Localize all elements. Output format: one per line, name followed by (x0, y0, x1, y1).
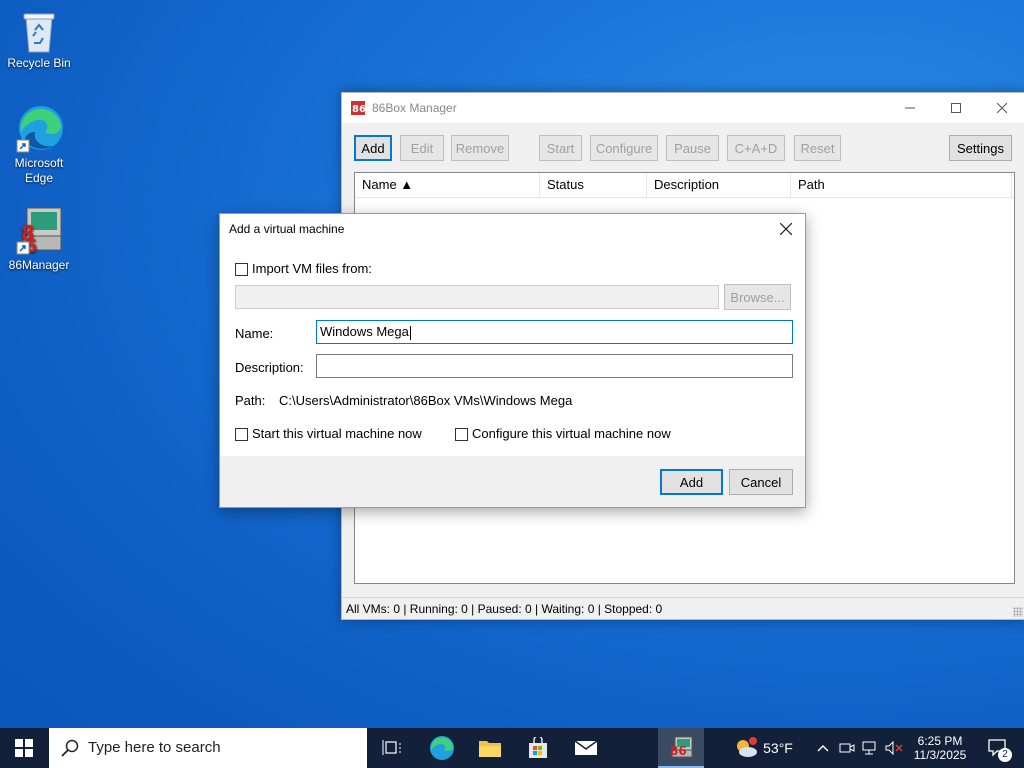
reset-vm-button[interactable]: Reset (794, 135, 841, 161)
close-icon (780, 223, 792, 235)
column-name[interactable]: Name ▲ (355, 173, 540, 197)
start-now-checkbox[interactable] (235, 428, 248, 442)
path-label: Path: (235, 393, 266, 408)
store-icon (529, 737, 547, 758)
taskbar-mail[interactable] (563, 728, 609, 768)
tray-overflow-button[interactable] (812, 728, 834, 768)
dialog-close-button[interactable] (771, 217, 801, 241)
tray-volume[interactable] (882, 728, 906, 768)
chevron-up-icon (817, 745, 829, 752)
manager-titlebar[interactable]: 86 86Box Manager (342, 93, 1024, 123)
taskbar: Type here to search 86 53°F 6:25 PM 11/3… (0, 728, 1024, 768)
86box-app-icon: 86 (351, 101, 366, 115)
edit-vm-button[interactable]: Edit (400, 135, 444, 161)
dialog-cancel-button[interactable]: Cancel (729, 469, 793, 495)
import-label: Import VM files from: (252, 261, 372, 276)
windows-logo-icon (15, 739, 33, 757)
status-text: All VMs: 0 | Running: 0 | Paused: 0 | Wa… (346, 602, 663, 616)
configure-vm-button[interactable]: Configure (590, 135, 658, 161)
tray-meet-now[interactable] (836, 728, 858, 768)
browse-button[interactable]: Browse... (724, 284, 791, 310)
notification-center-button[interactable]: 2 (978, 728, 1018, 768)
maximize-button[interactable] (933, 93, 979, 123)
search-placeholder: Type here to search (88, 739, 221, 756)
taskbar-search[interactable]: Type here to search (49, 728, 367, 768)
desktop-icon-86manager[interactable]: 8 6 86Manager (1, 206, 77, 273)
remove-vm-button[interactable]: Remove (451, 135, 509, 161)
start-now-label: Start this virtual machine now (252, 426, 422, 441)
name-input[interactable]: Windows Mega (316, 320, 793, 344)
notification-badge: 2 (998, 748, 1012, 762)
weather-widget[interactable]: 53°F (728, 728, 798, 768)
edge-icon (15, 104, 63, 154)
desktop-icon-edge[interactable]: Microsoft Edge (1, 104, 77, 186)
taskbar-store[interactable] (515, 728, 561, 768)
task-view-button[interactable] (370, 728, 414, 768)
dialog-add-button[interactable]: Add (660, 469, 723, 495)
close-icon (997, 103, 1007, 113)
cad-button[interactable]: C+A+D (727, 135, 785, 161)
weather-partly-cloudy-icon (737, 737, 758, 757)
tray-network[interactable] (859, 728, 881, 768)
description-input[interactable] (316, 354, 793, 378)
description-label: Description: (235, 360, 304, 375)
desktop-icon-label: 86Manager (8, 258, 70, 272)
task-view-icon (382, 740, 401, 755)
settings-button[interactable]: Settings (949, 135, 1012, 161)
desktop-icon-label: Microsoft Edge (14, 156, 64, 185)
close-button[interactable] (979, 93, 1024, 123)
add-vm-dialog: Add a virtual machine Import VM files fr… (219, 213, 806, 508)
configure-now-checkbox-row[interactable]: Configure this virtual machine now (455, 426, 671, 442)
clock-date: 11/3/2025 (913, 748, 967, 762)
dialog-title: Add a virtual machine (229, 222, 345, 236)
text-caret (409, 325, 411, 340)
network-icon (862, 741, 876, 755)
camera-icon (839, 743, 855, 753)
path-value: C:\Users\Administrator\86Box VMs\Windows… (279, 393, 573, 408)
configure-now-checkbox[interactable] (455, 428, 468, 442)
pause-vm-button[interactable]: Pause (666, 135, 719, 161)
folder-icon (479, 741, 501, 757)
taskbar-edge[interactable] (419, 728, 465, 768)
maximize-icon (951, 103, 961, 113)
weather-temperature: 53°F (763, 740, 793, 756)
vm-list-header: Name ▲ Status Description Path (355, 173, 1014, 198)
edge-icon (430, 736, 454, 760)
resize-grip[interactable] (1013, 607, 1023, 617)
clock-time: 6:25 PM (917, 734, 963, 748)
configure-now-label: Configure this virtual machine now (472, 426, 671, 441)
column-path[interactable]: Path (791, 173, 1012, 197)
tray-clock[interactable]: 6:25 PM 11/3/2025 (908, 728, 972, 768)
minimize-icon (905, 107, 915, 109)
column-status[interactable]: Status (540, 173, 647, 197)
column-description[interactable]: Description (647, 173, 791, 197)
status-bar: All VMs: 0 | Running: 0 | Paused: 0 | Wa… (342, 597, 1024, 619)
search-icon (61, 739, 79, 757)
dialog-footer: Add Cancel (220, 456, 805, 507)
desktop-icon-recycle-bin[interactable]: Recycle Bin (1, 8, 77, 71)
import-checkbox[interactable] (235, 263, 248, 277)
window-title: 86Box Manager (372, 101, 457, 115)
86manager-icon: 86 (670, 736, 693, 758)
svg-text:86: 86 (352, 104, 366, 115)
minimize-button[interactable] (887, 93, 933, 123)
volume-muted-icon (885, 741, 903, 755)
mail-icon (574, 740, 598, 755)
svg-text:86: 86 (670, 744, 687, 758)
name-input-value: Windows Mega (320, 324, 409, 339)
recycle-bin-icon (19, 8, 59, 54)
start-now-checkbox-row[interactable]: Start this virtual machine now (235, 426, 422, 442)
import-path-field[interactable] (235, 285, 719, 309)
start-vm-button[interactable]: Start (539, 135, 582, 161)
86manager-icon: 8 6 (15, 206, 63, 257)
start-button[interactable] (0, 728, 48, 768)
import-checkbox-row[interactable]: Import VM files from: (235, 261, 372, 277)
desktop-icon-label: Recycle Bin (7, 56, 71, 70)
name-label: Name: (235, 326, 274, 341)
taskbar-file-explorer[interactable] (467, 728, 513, 768)
add-vm-button[interactable]: Add (354, 135, 392, 161)
taskbar-86manager[interactable]: 86 (658, 728, 704, 768)
